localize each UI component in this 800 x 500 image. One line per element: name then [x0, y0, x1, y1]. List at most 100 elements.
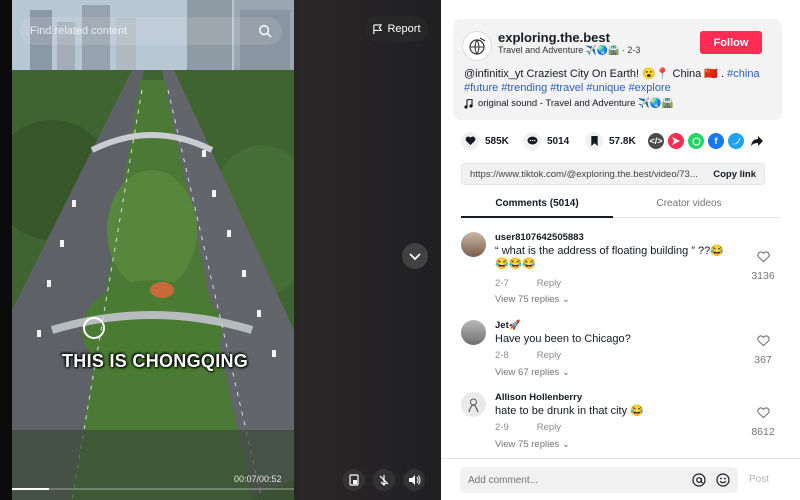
music-link[interactable]: original sound - Travel and Adventure ✈️… — [464, 98, 674, 109]
hashtag[interactable]: #trending — [501, 82, 547, 94]
video-description: @infinitix_yt Craziest City On Earth! 😮📍… — [464, 67, 769, 95]
emoji-icon[interactable] — [716, 473, 730, 487]
video-progress-fill — [12, 488, 49, 490]
related-search-bar[interactable]: Find related content — [20, 17, 282, 45]
action-bar: 585K 5014 57.8K </> f — [461, 132, 781, 152]
comment-like-count: 3136 — [751, 270, 775, 282]
save-action[interactable]: 57.8K — [585, 132, 636, 150]
author-subline: Travel and Adventure ✈️🌏🛣️ · 2-3 — [498, 45, 641, 55]
share-arrow-icon[interactable] — [749, 133, 765, 149]
hashtag[interactable]: #future — [464, 82, 498, 94]
share-url[interactable]: https://www.tiktok.com/@exploring.the.be… — [470, 169, 698, 180]
chevron-down-icon — [409, 253, 421, 261]
tab-comments[interactable]: Comments (5014) — [461, 198, 613, 209]
comment-text: Have you been to Chicago? — [495, 333, 631, 345]
comment-like-button[interactable]: 3136 — [745, 250, 781, 282]
view-replies-button[interactable]: View 75 replies ⌄ — [495, 439, 570, 450]
comment-action[interactable]: 5014 — [523, 132, 569, 150]
reply-button[interactable]: Reply — [537, 278, 561, 289]
next-video-button[interactable] — [402, 243, 428, 269]
chevron-down-icon: ⌄ — [561, 294, 570, 305]
reply-button[interactable]: Reply — [537, 422, 561, 433]
comment-item: Jet🚀 Have you been to Chicago? 2-8 Reply … — [461, 320, 781, 390]
view-replies-label: View 75 replies — [495, 439, 560, 450]
reply-button[interactable]: Reply — [537, 350, 561, 361]
comment-count: 5014 — [547, 135, 570, 147]
search-placeholder: Find related content — [30, 25, 128, 37]
hashtag[interactable]: #unique — [586, 82, 625, 94]
like-action[interactable]: 585K — [461, 132, 509, 150]
add-comment-input[interactable]: Add comment... — [460, 467, 738, 493]
comment-date: 2-8 — [495, 350, 509, 361]
comment-list[interactable]: user8107642505883 “ what is the address … — [441, 226, 800, 458]
volume-icon — [408, 475, 421, 485]
volume-button[interactable] — [403, 469, 425, 491]
avatar[interactable] — [462, 31, 492, 61]
send-to-friends-icon[interactable] — [668, 133, 684, 149]
tab-creator-videos[interactable]: Creator videos — [613, 198, 765, 209]
autoscroll-icon — [379, 475, 389, 486]
comment-meta: 2-9 Reply — [495, 422, 561, 433]
chevron-down-icon: ⌄ — [561, 367, 570, 378]
report-label: Report — [387, 23, 421, 35]
bookmark-icon — [585, 132, 603, 150]
commenter-username[interactable]: Allison Hollenberry — [495, 392, 582, 403]
autoscroll-button[interactable] — [373, 469, 395, 491]
commenter-username[interactable]: Jet🚀 — [495, 320, 521, 331]
comment-date: 2-9 — [495, 422, 509, 433]
report-button[interactable]: Report — [365, 16, 428, 42]
commenter-avatar[interactable] — [461, 232, 486, 257]
mention-icon[interactable] — [692, 473, 706, 487]
copy-link-button[interactable]: Copy link — [713, 169, 756, 180]
mention-link[interactable]: @infinitix_yt — [464, 68, 523, 80]
video-time: 00:07/00:52 — [234, 474, 282, 484]
search-icon[interactable] — [258, 24, 272, 38]
music-title: original sound - Travel and Adventure ✈️… — [478, 98, 674, 109]
description-text: Craziest City On Earth! 😮📍 China 🇨🇳 . — [523, 68, 728, 80]
video-frame[interactable] — [12, 0, 294, 500]
post-button[interactable]: Post — [749, 474, 769, 485]
view-replies-label: View 67 replies — [495, 367, 560, 378]
view-replies-button[interactable]: View 75 replies ⌄ — [495, 294, 570, 305]
comment-item: user8107642505883 “ what is the address … — [461, 232, 781, 312]
hashtag[interactable]: #china — [727, 68, 759, 80]
hashtag[interactable]: #travel — [550, 82, 583, 94]
video-info-card: exploring.the.best Travel and Adventure … — [453, 19, 782, 120]
comment-like-count: 367 — [754, 354, 772, 366]
comment-like-button[interactable]: 8612 — [745, 406, 781, 438]
comments-tabs: Comments (5014) Creator videos — [461, 194, 781, 218]
details-panel: exploring.the.best Travel and Adventure … — [441, 0, 800, 500]
video-player[interactable]: THIS IS CHONGQING Find related content R… — [0, 0, 441, 500]
author-username[interactable]: exploring.the.best — [498, 30, 610, 45]
chevron-down-icon: ⌄ — [561, 439, 570, 450]
share-link-box: https://www.tiktok.com/@exploring.the.be… — [461, 163, 765, 185]
hashtag[interactable]: #explore — [629, 82, 671, 94]
heart-icon — [461, 132, 479, 150]
flag-icon — [373, 23, 383, 34]
comment-meta: 2-7 Reply — [495, 278, 561, 289]
comment-like-count: 8612 — [751, 426, 775, 438]
video-progress-bar[interactable] — [12, 488, 294, 490]
mini-player-button[interactable] — [343, 469, 365, 491]
music-note-icon — [464, 98, 473, 109]
follow-button[interactable]: Follow — [700, 31, 762, 54]
add-comment-placeholder: Add comment... — [468, 474, 539, 486]
heart-outline-icon — [756, 335, 770, 347]
view-replies-button[interactable]: View 67 replies ⌄ — [495, 367, 570, 378]
whatsapp-icon[interactable] — [688, 133, 704, 149]
facebook-icon[interactable]: f — [708, 133, 724, 149]
commenter-avatar[interactable] — [461, 320, 486, 345]
save-count: 57.8K — [609, 135, 636, 147]
city-scene-image — [12, 0, 294, 500]
video-caption-overlay: THIS IS CHONGQING — [62, 351, 249, 371]
comment-composer: Add comment... Post — [441, 458, 800, 500]
globe-logo-icon — [469, 37, 486, 55]
twitter-icon[interactable] — [728, 133, 744, 149]
commenter-username[interactable]: user8107642505883 — [495, 232, 584, 243]
active-tab-indicator — [461, 216, 613, 218]
comment-like-button[interactable]: 367 — [745, 334, 781, 366]
embed-icon[interactable]: </> — [648, 133, 664, 149]
tiktok-video-page: THIS IS CHONGQING Find related content R… — [0, 0, 800, 500]
avatar-drawing — [468, 398, 479, 413]
commenter-avatar[interactable] — [461, 392, 486, 417]
